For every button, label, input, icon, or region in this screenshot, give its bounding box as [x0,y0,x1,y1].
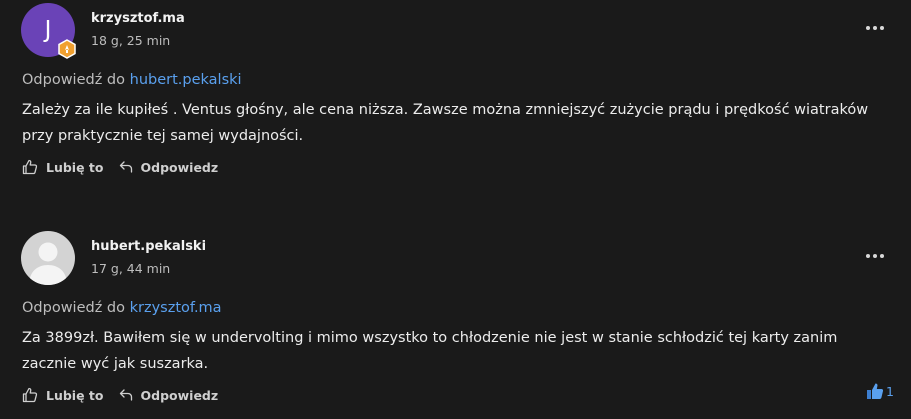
more-options-icon[interactable] [866,25,884,31]
reaction-summary[interactable]: 1 [866,382,894,400]
author-name[interactable]: krzysztof.ma [91,11,185,26]
comment-body: Zależy za ile kupiłeś . Ventus głośny, a… [22,102,869,144]
timestamp: 17 g, 44 min [91,261,171,276]
like-label: Lubię to [46,159,104,175]
comment-actions: Lubię to Odpowiedz [22,158,218,176]
reply-button[interactable]: Odpowiedz [119,159,219,175]
thumbs-up-outline-icon [22,387,38,403]
reply-to-line: Odpowiedź do hubert.pekalski [22,72,242,88]
reply-prefix: Odpowiedź do [22,300,126,316]
rank-badge-icon [58,39,76,59]
reply-to-user-link[interactable]: krzysztof.ma [130,300,222,316]
thumbs-up-outline-icon [22,159,38,175]
reaction-count: 1 [886,383,894,399]
comment-actions: Lubię to Odpowiedz [22,386,218,404]
reply-label: Odpowiedz [140,387,219,403]
like-label: Lubię to [46,387,104,403]
default-user-icon [29,242,67,285]
more-options-icon[interactable] [866,253,884,259]
timestamp: 18 g, 25 min [91,33,171,48]
reply-label: Odpowiedz [140,159,219,175]
comment-body: Za 3899zł. Bawiłem się w undervolting i … [22,330,838,372]
thumbs-up-icon [867,383,884,399]
like-button[interactable]: Lubię to [22,159,104,175]
reply-prefix: Odpowiedź do [22,72,126,88]
reply-arrow-icon [119,161,132,173]
avatar[interactable] [21,231,75,285]
reply-button[interactable]: Odpowiedz [119,387,219,403]
like-button[interactable]: Lubię to [22,387,104,403]
reply-to-line: Odpowiedź do krzysztof.ma [22,300,222,316]
reply-to-user-link[interactable]: hubert.pekalski [130,72,242,88]
reply-arrow-icon [119,389,132,401]
author-name[interactable]: hubert.pekalski [91,239,206,254]
